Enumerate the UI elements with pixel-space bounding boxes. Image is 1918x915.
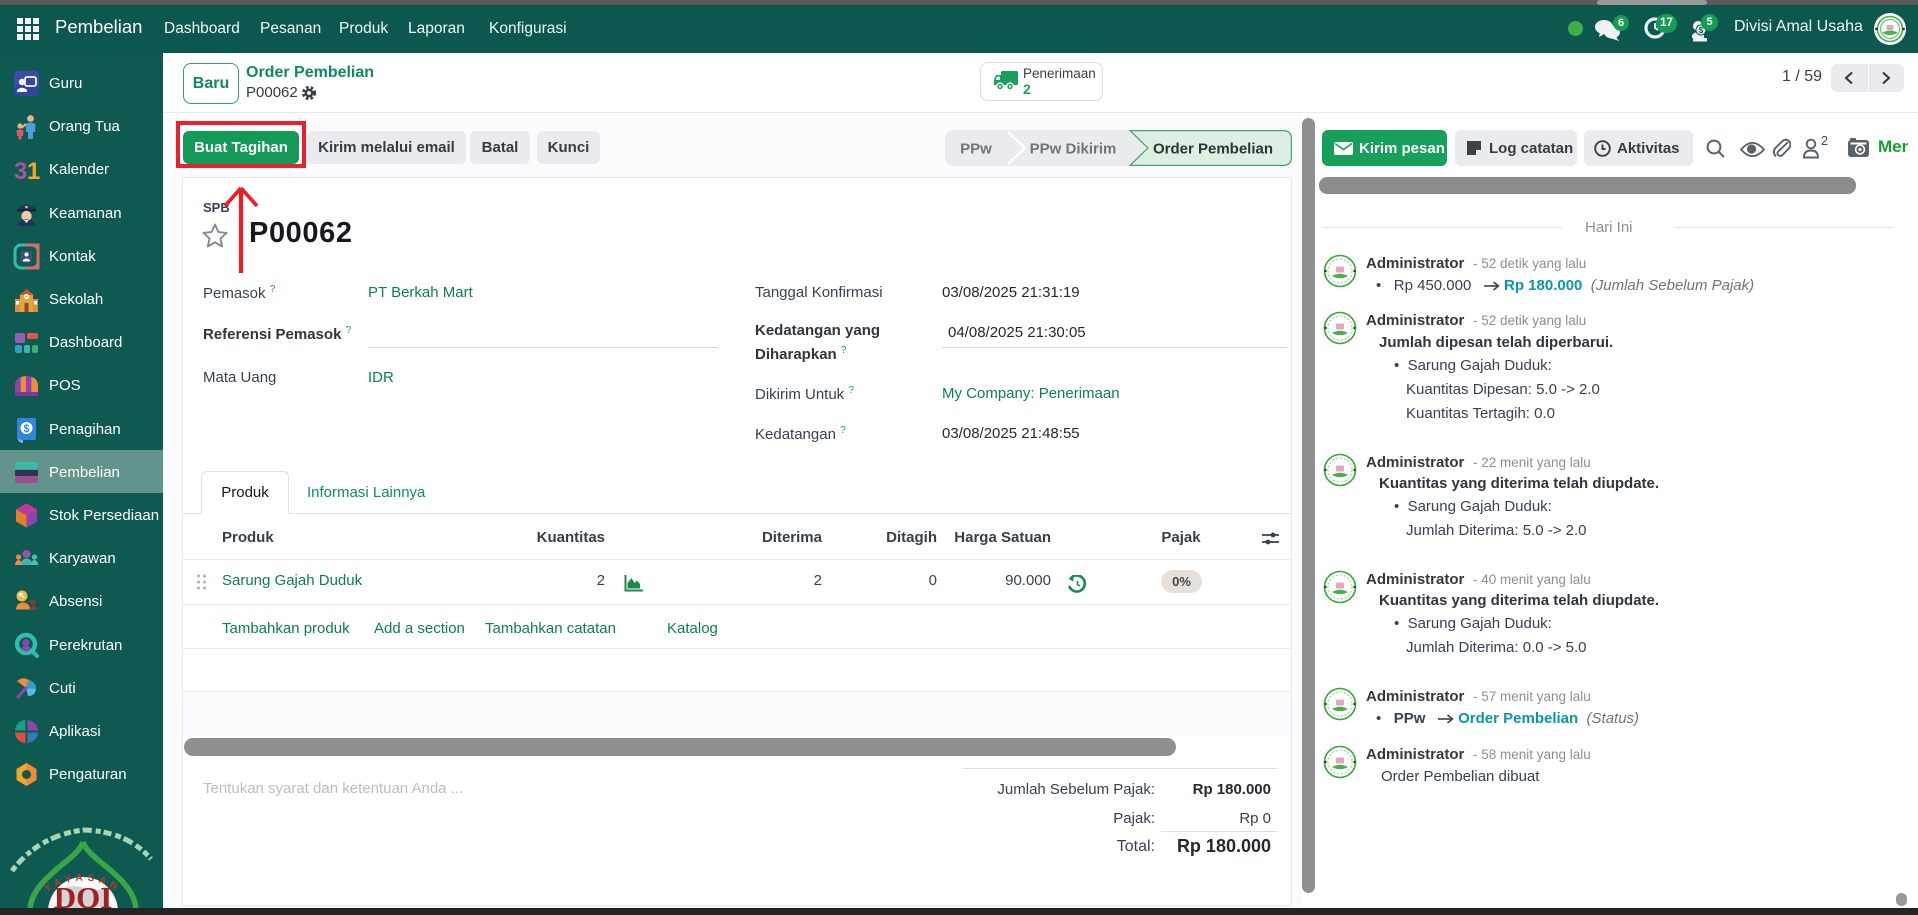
svg-text:Order Pembelian: Order Pembelian [1153,141,1273,158]
svg-text:1: 1 [27,158,40,183]
svg-text:DQI: DQI [54,880,113,908]
svg-text:PPw: PPw [960,141,992,158]
svg-text:$: $ [23,423,29,435]
svg-text:PPw Dikirim: PPw Dikirim [1030,141,1117,158]
svg-text:3: 3 [14,158,27,183]
